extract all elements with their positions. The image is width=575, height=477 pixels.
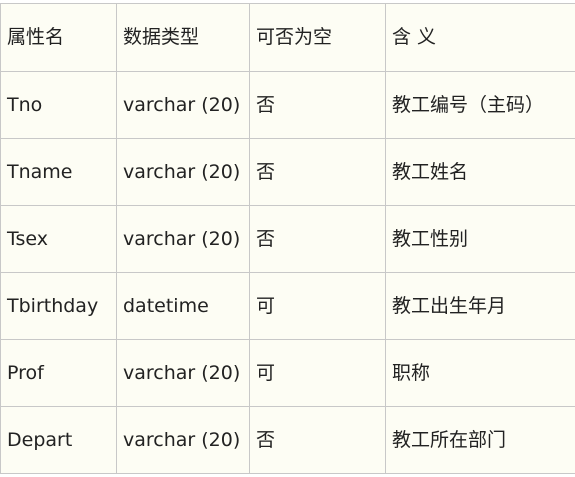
header-cell-data-type: 数据类型 [116,3,250,72]
header-cell-meaning: 含 义 [385,3,575,72]
cell-nullable: 否 [249,138,386,206]
table-row: Tbirthday datetime 可 教工出生年月 [0,272,575,340]
cell-meaning: 教工性别 [385,205,575,273]
cell-attribute-name: Tno [0,71,117,139]
cell-meaning: 教工编号（主码） [385,71,575,139]
cell-attribute-name: Depart [0,406,117,474]
table-row: Tname varchar (20) 否 教工姓名 [0,138,575,206]
cell-data-type: varchar (20) [116,339,250,407]
cell-attribute-name: Tname [0,138,117,206]
cell-attribute-name: Tbirthday [0,272,117,340]
cell-nullable: 否 [249,406,386,474]
table-row: Tno varchar (20) 否 教工编号（主码） [0,71,575,139]
cell-nullable: 否 [249,71,386,139]
cell-meaning: 教工出生年月 [385,272,575,340]
table-row: Depart varchar (20) 否 教工所在部门 [0,406,575,474]
cell-nullable: 否 [249,205,386,273]
table-row: Tsex varchar (20) 否 教工性别 [0,205,575,273]
cell-data-type: varchar (20) [116,205,250,273]
cell-data-type: datetime [116,272,250,340]
schema-table: 属性名 数据类型 可否为空 含 义 Tno varchar (20) 否 教工编… [0,3,575,474]
cell-data-type: varchar (20) [116,406,250,474]
cell-nullable: 可 [249,339,386,407]
cell-meaning: 职称 [385,339,575,407]
table-row: Prof varchar (20) 可 职称 [0,339,575,407]
cell-data-type: varchar (20) [116,138,250,206]
cell-attribute-name: Prof [0,339,117,407]
cell-nullable: 可 [249,272,386,340]
cell-data-type: varchar (20) [116,71,250,139]
header-cell-attribute-name: 属性名 [0,3,117,72]
table-header-row: 属性名 数据类型 可否为空 含 义 [0,3,575,72]
header-cell-nullable: 可否为空 [249,3,386,72]
cell-attribute-name: Tsex [0,205,117,273]
cell-meaning: 教工姓名 [385,138,575,206]
cell-meaning: 教工所在部门 [385,406,575,474]
